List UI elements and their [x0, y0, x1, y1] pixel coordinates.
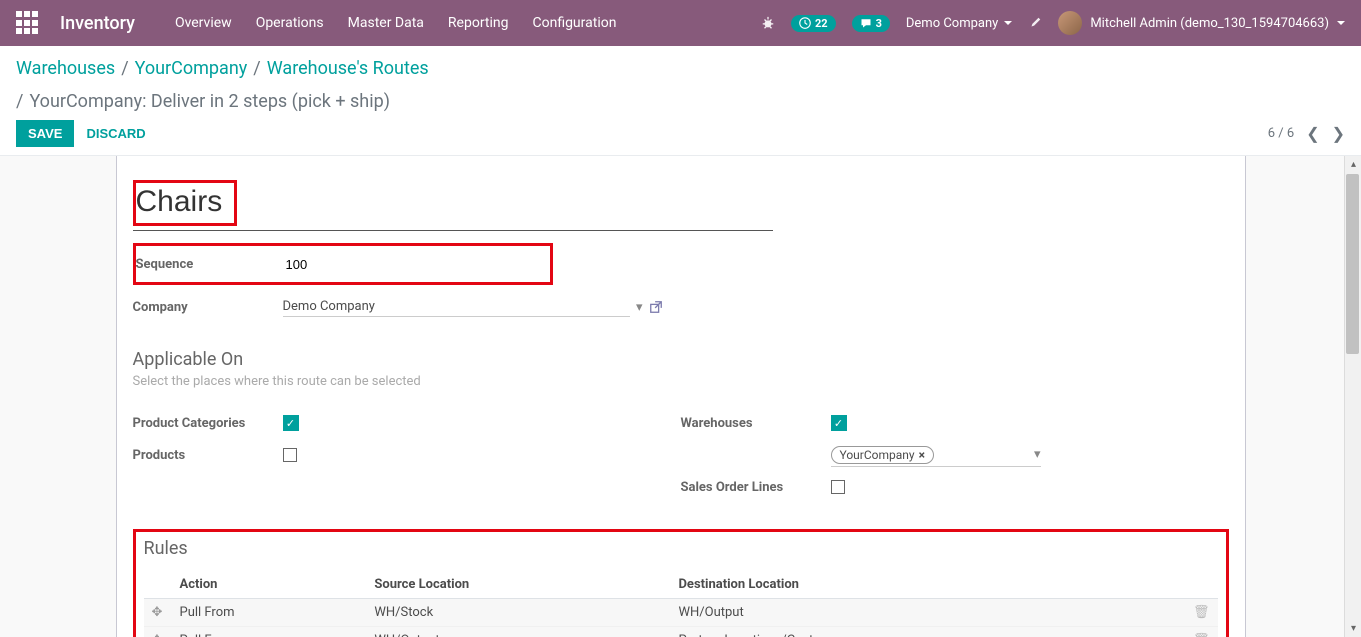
save-button[interactable]: SAVE	[16, 120, 74, 147]
pager-next[interactable]: ❯	[1332, 124, 1345, 143]
breadcrumb-yourcompany[interactable]: YourCompany	[135, 58, 248, 79]
company-name: Demo Company	[906, 16, 998, 31]
scroll-up-icon[interactable]: ▴	[1345, 156, 1361, 173]
messaging-badge[interactable]: 3	[852, 15, 890, 32]
nav-overview[interactable]: Overview	[175, 15, 232, 31]
table-row[interactable]: ✥ Pull From WH/Output Partner Locations/…	[144, 627, 1218, 637]
warehouse-tag: YourCompany ×	[831, 446, 934, 464]
nav-operations[interactable]: Operations	[256, 15, 324, 31]
rules-title: Rules	[144, 538, 1218, 559]
avatar	[1058, 11, 1082, 35]
form-sheet: Sequence Company Demo Company ▾	[116, 156, 1246, 637]
route-name-input[interactable]	[136, 183, 228, 221]
topbar: Inventory Overview Operations Master Dat…	[0, 0, 1361, 46]
pager: 6 / 6 ❮ ❯	[1268, 124, 1345, 143]
breadcrumb-warehouses[interactable]: Warehouses	[16, 58, 115, 79]
scrollbar[interactable]: ▴ ▾	[1344, 156, 1361, 637]
products-label: Products	[133, 448, 283, 463]
sequence-input[interactable]	[286, 255, 546, 274]
company-selector[interactable]: Demo Company	[906, 16, 1012, 31]
user-name: Mitchell Admin (demo_130_1594704663)	[1090, 16, 1329, 31]
col-source[interactable]: Source Location	[366, 571, 670, 599]
app-name: Inventory	[60, 13, 135, 34]
activity-badge[interactable]: 22	[791, 15, 836, 32]
breadcrumb-current: YourCompany: Deliver in 2 steps (pick + …	[29, 91, 390, 112]
apps-icon[interactable]	[16, 11, 40, 35]
chevron-down-icon	[1004, 21, 1012, 25]
product-categories-checkbox[interactable]: ✓	[283, 415, 299, 431]
nav-menu: Overview Operations Master Data Reportin…	[175, 15, 617, 31]
sales-order-lines-checkbox[interactable]	[831, 480, 845, 494]
warehouses-tags-input[interactable]: YourCompany × ▾	[831, 444, 1041, 467]
company-label: Company	[133, 300, 283, 315]
products-checkbox[interactable]	[283, 448, 297, 462]
highlight-sequence: Sequence	[133, 243, 553, 285]
drag-handle-icon[interactable]: ✥	[152, 633, 163, 637]
applicable-on-subtitle: Select the places where this route can b…	[133, 374, 1229, 389]
table-row[interactable]: ✥ Pull From WH/Stock WH/Output 🗑	[144, 599, 1218, 627]
bug-icon[interactable]	[761, 16, 775, 30]
dropdown-caret-icon[interactable]: ▾	[636, 300, 643, 315]
trash-icon[interactable]: 🗑	[1193, 605, 1210, 620]
nav-configuration[interactable]: Configuration	[532, 15, 616, 31]
pager-prev[interactable]: ❮	[1306, 124, 1319, 143]
control-panel: Warehouses / YourCompany / Warehouse's R…	[0, 46, 1361, 156]
remove-tag-icon[interactable]: ×	[919, 448, 925, 462]
rules-table: Action Source Location Destination Locat…	[144, 571, 1218, 637]
company-input[interactable]: Demo Company	[283, 297, 630, 317]
col-action[interactable]: Action	[172, 571, 367, 599]
chevron-down-icon	[1337, 21, 1345, 25]
message-count: 3	[876, 17, 882, 30]
warehouses-checkbox[interactable]: ✓	[831, 415, 847, 431]
breadcrumb-routes[interactable]: Warehouse's Routes	[267, 58, 429, 79]
nav-reporting[interactable]: Reporting	[448, 15, 509, 31]
warehouses-label: Warehouses	[681, 416, 831, 431]
activity-count: 22	[815, 17, 828, 30]
tool-icon[interactable]	[1028, 16, 1042, 30]
pager-text[interactable]: 6 / 6	[1268, 126, 1294, 141]
applicable-on-title: Applicable On	[133, 349, 1229, 370]
sequence-label: Sequence	[136, 257, 286, 272]
sales-order-lines-label: Sales Order Lines	[681, 480, 831, 495]
highlight-rules: Rules Action Source Location Destination…	[133, 529, 1229, 637]
dropdown-caret-icon[interactable]: ▾	[1034, 447, 1041, 462]
col-destination[interactable]: Destination Location	[670, 571, 1185, 599]
user-menu[interactable]: Mitchell Admin (demo_130_1594704663)	[1058, 11, 1345, 35]
discard-button[interactable]: DISCARD	[74, 120, 157, 147]
highlight-title	[133, 180, 237, 226]
form-background: Sequence Company Demo Company ▾	[0, 156, 1361, 637]
product-categories-label: Product Categories	[133, 416, 283, 431]
nav-master-data[interactable]: Master Data	[348, 15, 424, 31]
drag-handle-icon[interactable]: ✥	[152, 605, 163, 620]
external-link-icon[interactable]	[649, 300, 663, 314]
breadcrumb: Warehouses / YourCompany / Warehouse's R…	[16, 58, 1345, 112]
trash-icon[interactable]: 🗑	[1193, 633, 1210, 637]
